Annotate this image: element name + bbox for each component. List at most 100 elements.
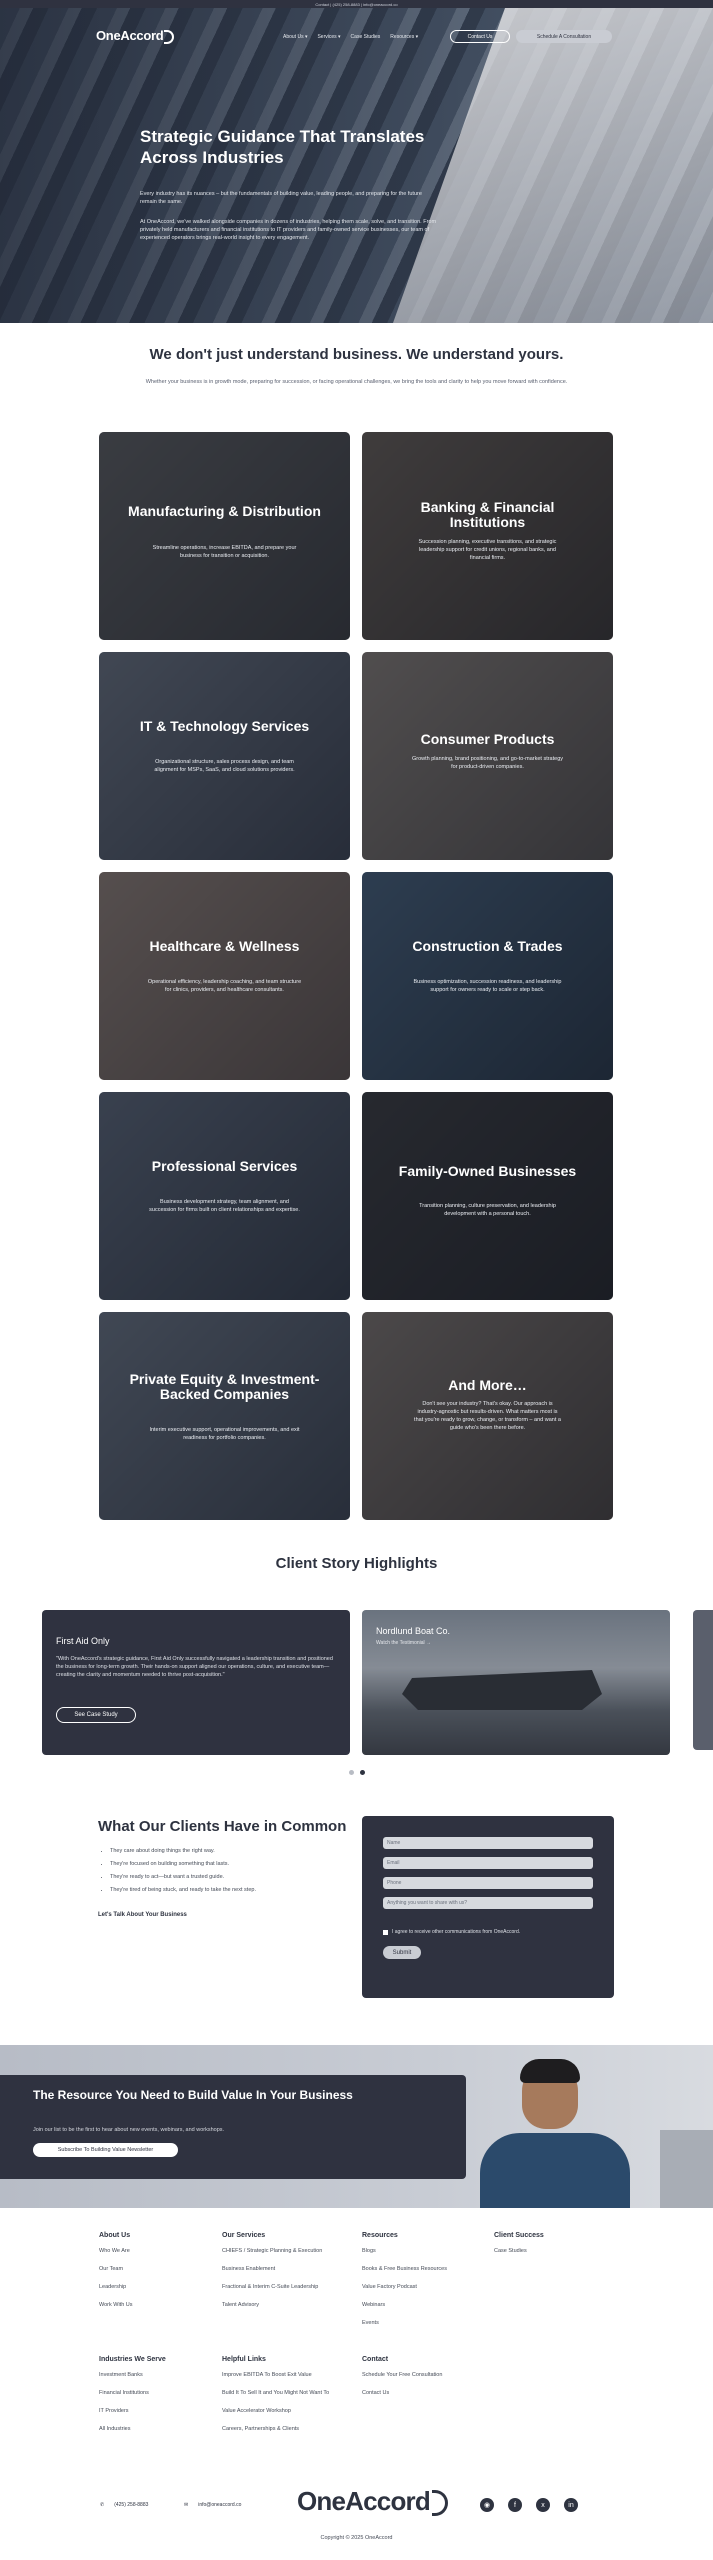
industry-card-family-owned[interactable]: Family-Owned Businesses Transition plann… <box>362 1092 613 1300</box>
footer-link[interactable]: Our Team <box>99 2266 209 2273</box>
next-story-card-peek[interactable] <box>693 1610 713 1750</box>
footer-link[interactable]: Books & Free Business Resources <box>362 2266 482 2273</box>
footer-link[interactable]: Work With Us <box>99 2302 209 2309</box>
footer-link[interactable]: Blogs <box>362 2248 482 2255</box>
industry-title: IT & Technology Services <box>139 718 310 734</box>
contact-form: Name Email Phone Anything you want to sh… <box>362 1816 614 1998</box>
industry-desc: Business optimization, succession readin… <box>413 979 562 993</box>
footer-logo[interactable]: OneAccord <box>297 2486 448 2517</box>
footer-link[interactable]: Events <box>362 2320 482 2327</box>
email-field[interactable]: Email <box>383 1857 593 1869</box>
industry-title: Construction & Trades <box>412 938 563 954</box>
industry-card-healthcare[interactable]: Healthcare & Wellness Operational effici… <box>99 872 350 1080</box>
facebook-icon[interactable]: f <box>508 2498 522 2512</box>
logo-mark-icon <box>431 2490 448 2517</box>
footer-link[interactable]: Contact Us <box>362 2390 482 2397</box>
case-study-name: First Aid Only <box>56 1636 110 1646</box>
logo-mark-icon <box>164 29 175 44</box>
common-list: They care about doing things the right w… <box>106 1848 346 1900</box>
industry-card-private-equity[interactable]: Private Equity & Investment-Backed Compa… <box>99 1312 350 1520</box>
contact-us-button[interactable]: Contact Us <box>450 30 510 43</box>
footer-link[interactable]: Talent Advisory <box>222 2302 347 2309</box>
footer-link[interactable]: Case Studies <box>494 2248 604 2255</box>
see-case-study-button[interactable]: See Case Study <box>56 1707 136 1723</box>
industry-card-and-more[interactable]: And More… Don't see your industry? That'… <box>362 1312 613 1520</box>
instagram-icon[interactable]: ◉ <box>480 2498 494 2512</box>
case-study-card: First Aid Only "With OneAccord's strateg… <box>42 1610 350 1755</box>
footer-heading: Our Services <box>222 2232 266 2239</box>
testimonial-card[interactable]: Nordlund Boat Co. Watch the Testimonial … <box>362 1610 670 1755</box>
checkbox-icon[interactable] <box>383 1929 388 1935</box>
nav-resources[interactable]: Resources ▾ <box>390 34 418 40</box>
list-item: They care about doing things the right w… <box>110 1848 346 1854</box>
industry-card-manufacturing[interactable]: Manufacturing & Distribution Streamline … <box>99 432 350 640</box>
schedule-consultation-button[interactable]: Schedule A Consultation <box>516 30 612 43</box>
footer-link[interactable]: Careers, Partnerships & Clients <box>222 2426 332 2433</box>
footer-heading: Client Success <box>494 2232 544 2239</box>
carousel-dot[interactable] <box>349 1770 354 1775</box>
industry-title: Private Equity & Investment-Backed Compa… <box>129 1371 320 1402</box>
footer-link[interactable]: Improve EBITDA To Boost Exit Value <box>222 2372 332 2379</box>
logo[interactable]: OneAccord <box>96 28 175 44</box>
common-title: What Our Clients Have in Common <box>98 1818 347 1835</box>
footer-link[interactable]: Business Enablement <box>222 2266 347 2273</box>
carousel-dot-active[interactable] <box>360 1770 365 1775</box>
industry-card-construction[interactable]: Construction & Trades Business optimizat… <box>362 872 613 1080</box>
footer-phone[interactable]: ✆ (425) 258-8883 <box>100 2502 148 2508</box>
nav-services[interactable]: Services ▾ <box>317 34 340 40</box>
client-stories-title: Client Story Highlights <box>275 1555 438 1572</box>
talk-business-link[interactable]: Let's Talk About Your Business <box>98 1912 187 1918</box>
footer-about: About Us Who We Are Our Team Leadership … <box>99 2232 209 2320</box>
industry-title: And More… <box>448 1377 527 1393</box>
carousel-dots <box>349 1770 365 1775</box>
footer-link[interactable]: Webinars <box>362 2302 482 2309</box>
footer-link[interactable]: Build It To Sell It and You Might Not Wa… <box>222 2390 332 2397</box>
intro-title: We don't just understand business. We un… <box>149 346 564 363</box>
industry-card-banking[interactable]: Banking & Financial Institutions Success… <box>362 432 613 640</box>
footer-link[interactable]: Investment Banks <box>99 2372 209 2379</box>
consent-checkbox[interactable]: I agree to receive other communications … <box>383 1929 520 1935</box>
footer-email[interactable]: ✉ info@oneaccord.co <box>184 2502 241 2508</box>
footer-logo-text: OneAccord <box>297 2486 431 2516</box>
footer-link[interactable]: Who We Are <box>99 2248 209 2255</box>
footer-resources: Resources Blogs Books & Free Business Re… <box>362 2232 482 2338</box>
footer-link[interactable]: CHIEFS / Strategic Planning & Execution <box>222 2248 347 2255</box>
industry-desc: Organizational structure, sales process … <box>154 759 295 773</box>
footer-link[interactable]: Financial Institutions <box>99 2390 209 2397</box>
footer-industries: Industries We Serve Investment Banks Fin… <box>99 2356 209 2444</box>
footer-link[interactable]: Value Factory Podcast <box>362 2284 482 2291</box>
x-icon[interactable]: x <box>536 2498 550 2512</box>
industry-title: Professional Services <box>151 1158 298 1174</box>
hero-paragraph-1: Every industry has its nuances – but the… <box>140 191 422 205</box>
industry-desc: Transition planning, culture preservatio… <box>419 1203 556 1217</box>
footer-link[interactable]: All Industries <box>99 2426 209 2433</box>
testimonial-name: Nordlund Boat Co. <box>376 1626 451 1636</box>
footer-link[interactable]: IT Providers <box>99 2408 209 2415</box>
phone-field[interactable]: Phone <box>383 1877 593 1889</box>
footer-services: Our Services CHIEFS / Strategic Planning… <box>222 2232 347 2320</box>
name-field[interactable]: Name <box>383 1837 593 1849</box>
message-field[interactable]: Anything you want to share with us? <box>383 1897 593 1909</box>
top-contact-text[interactable]: Contact | (425) 258-8883 | info@oneaccor… <box>315 2 397 7</box>
industry-desc: Interim executive support, operational i… <box>149 1427 300 1441</box>
industry-desc: Streamline operations, increase EBITDA, … <box>152 545 297 559</box>
industry-title: Manufacturing & Distribution <box>128 503 321 519</box>
industry-card-consumer[interactable]: Consumer Products Growth planning, brand… <box>362 652 613 860</box>
footer-link[interactable]: Leadership <box>99 2284 209 2291</box>
industry-card-professional[interactable]: Professional Services Business developme… <box>99 1092 350 1300</box>
nav-case-studies[interactable]: Case Studies <box>351 34 381 40</box>
subscribe-button[interactable]: Subscribe To Building Value Newsletter <box>33 2143 178 2157</box>
watch-testimonial-link[interactable]: Watch the Testimonial → <box>376 1640 431 1646</box>
nav-about[interactable]: About Us ▾ <box>283 34 307 40</box>
submit-button[interactable]: Submit <box>383 1946 421 1959</box>
footer-link[interactable]: Schedule Your Free Consultation <box>362 2372 482 2379</box>
footer-heading: About Us <box>99 2232 131 2239</box>
footer-link[interactable]: Fractional & Interim C-Suite Leadership <box>222 2284 347 2291</box>
linkedin-icon[interactable]: in <box>564 2498 578 2512</box>
mail-icon: ✉ <box>184 2502 189 2508</box>
industry-card-it[interactable]: IT & Technology Services Organizational … <box>99 652 350 860</box>
email-address: info@oneaccord.co <box>198 2502 242 2508</box>
newsletter-section: The Resource You Need to Build Value In … <box>0 2045 713 2208</box>
footer-link[interactable]: Value Accelerator Workshop <box>222 2408 332 2415</box>
industry-title: Banking & Financial Institutions <box>420 499 555 530</box>
